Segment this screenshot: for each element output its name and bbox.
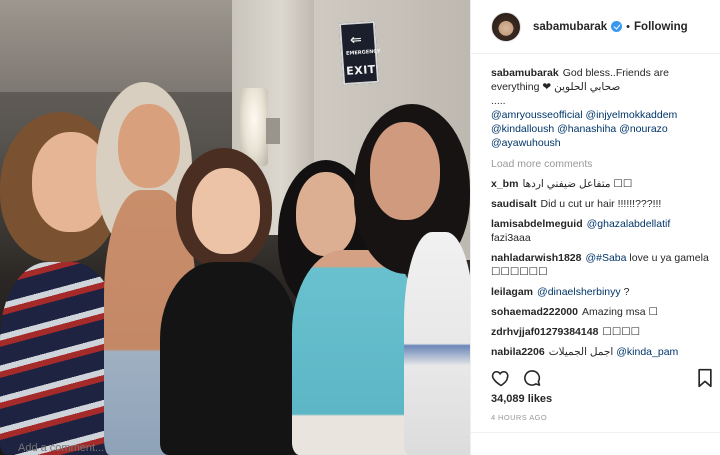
comment-text: ? <box>623 286 630 298</box>
caption-line-2-row: everything ❤ صحابي الحلوين <box>491 80 713 94</box>
person-2-face <box>118 104 180 188</box>
comment-mention[interactable]: @kinda_pam <box>616 346 678 358</box>
comment-username[interactable]: nahladarwish1828 <box>491 252 581 264</box>
exit-sign: ⇐ EMERGENCY EXIT <box>338 20 381 86</box>
comment-mention[interactable]: @ghazalabdellatif <box>587 218 671 230</box>
caption-line-1: God bless..Friends are <box>562 67 669 79</box>
caption-mention[interactable]: @nourazo <box>619 123 668 135</box>
add-comment-bar <box>471 432 720 455</box>
comment-username[interactable]: lamisabdelmeguid <box>491 218 583 230</box>
caption-username[interactable]: sabamubarak <box>491 67 559 79</box>
exit-sign-small-text: EMERGENCY <box>345 48 381 57</box>
bookmark-icon[interactable] <box>696 368 714 388</box>
person-4-face <box>296 172 356 256</box>
comment-text: Did u cut ur hair !!!!!!???!!! <box>540 198 662 210</box>
post-photo[interactable]: ⇐ EMERGENCY EXIT <box>0 0 470 455</box>
post-timestamp[interactable]: 4 HOURS AGO <box>491 413 547 422</box>
likes-count[interactable]: 34,089 likes <box>491 393 552 405</box>
comment-bubble-icon[interactable] <box>522 368 542 388</box>
comment-mention[interactable]: @#Saba <box>585 252 626 264</box>
caption-mention[interactable]: @injyelmokkaddem <box>586 109 678 121</box>
comment-username[interactable]: nabila2206 <box>491 346 545 358</box>
comment-text: fazi3aaa <box>491 232 531 244</box>
following-button[interactable]: Following <box>634 21 688 33</box>
comment-username[interactable]: x_bm <box>491 178 518 190</box>
heart-icon[interactable] <box>491 368 511 388</box>
comment-item: leilagam @dinaelsherbinyy ? <box>491 285 713 299</box>
add-comment-input[interactable] <box>18 442 238 454</box>
caption-mention[interactable]: @ayawuhoush <box>491 137 561 149</box>
caption: sabamubarak God bless..Friends are <box>491 66 713 80</box>
comment-item: saudisalt Did u cut ur hair !!!!!!???!!! <box>491 197 713 211</box>
comment-item: x_bm متفاعل ضيفني اردها ☐☐ <box>491 177 713 191</box>
caption-mentions-row-3: @ayawuhoush <box>491 136 713 150</box>
person-4-top <box>292 250 420 455</box>
comments-list: sabamubarak God bless..Friends are everyt… <box>491 66 713 365</box>
caption-line-3: ..... <box>491 95 506 107</box>
comment-item: nahladarwish1828 @#Saba love u ya gamela … <box>491 251 713 279</box>
caption-mention[interactable]: @kindalloush <box>491 123 554 135</box>
caption-mentions-row-1: @amryousseofficial @injyelmokkaddem <box>491 108 713 122</box>
caption-mentions-row-2: @kindalloush @hanashiha @nourazo <box>491 122 713 136</box>
comment-mention[interactable]: @dinaelsherbinyy <box>537 286 621 298</box>
person-5-top <box>404 232 470 455</box>
post-header: sabamubarak • Following <box>471 0 720 54</box>
header-separator: • <box>626 20 631 33</box>
header-username[interactable]: sabamubarak <box>533 21 607 33</box>
comment-username[interactable]: saudisalt <box>491 198 537 210</box>
person-1-top <box>0 262 120 455</box>
caption-line-2: everything ❤ صحابي الحلوين <box>491 81 621 93</box>
caption-mention[interactable]: @amryousseofficial <box>491 109 583 121</box>
caption-line-3-row: ..... <box>491 94 713 108</box>
comment-item: sohaemad222000 Amazing msa ☐ <box>491 305 713 319</box>
comment-text: Amazing msa ☐ <box>581 306 658 318</box>
comment-item: lamisabdelmeguid @ghazalabdellatif fazi3a… <box>491 217 713 245</box>
wall-lamp-arm <box>266 118 280 144</box>
person-3-face <box>192 168 260 254</box>
exit-sign-text: EXIT <box>345 62 377 78</box>
comment-item: nabila2206 اجمل الجميلات @kinda_pam <box>491 345 713 359</box>
comment-text: اجمل الجميلات <box>548 346 614 358</box>
person-3-blazer <box>160 262 298 455</box>
comment-username[interactable]: sohaemad222000 <box>491 306 578 318</box>
load-more-comments-link[interactable]: Load more comments <box>491 157 713 171</box>
comment-text: ☐☐☐☐ <box>602 326 641 338</box>
caption-mention[interactable]: @hanashiha <box>557 123 616 135</box>
comment-item: zdrhvjjaf01279384148 ☐☐☐☐ <box>491 325 713 339</box>
post-actions <box>491 368 713 388</box>
comment-text: متفاعل ضيفني اردها ☐☐ <box>522 178 633 190</box>
comment-username[interactable]: leilagam <box>491 286 533 298</box>
comment-username[interactable]: zdrhvjjaf01279384148 <box>491 326 598 338</box>
person-5-face <box>370 122 440 220</box>
avatar[interactable] <box>491 11 521 42</box>
post-side-panel: sabamubarak • Following sabamubarak God b… <box>470 0 720 455</box>
exit-arrow-icon: ⇐ <box>349 31 363 49</box>
verified-badge-icon <box>611 21 623 32</box>
